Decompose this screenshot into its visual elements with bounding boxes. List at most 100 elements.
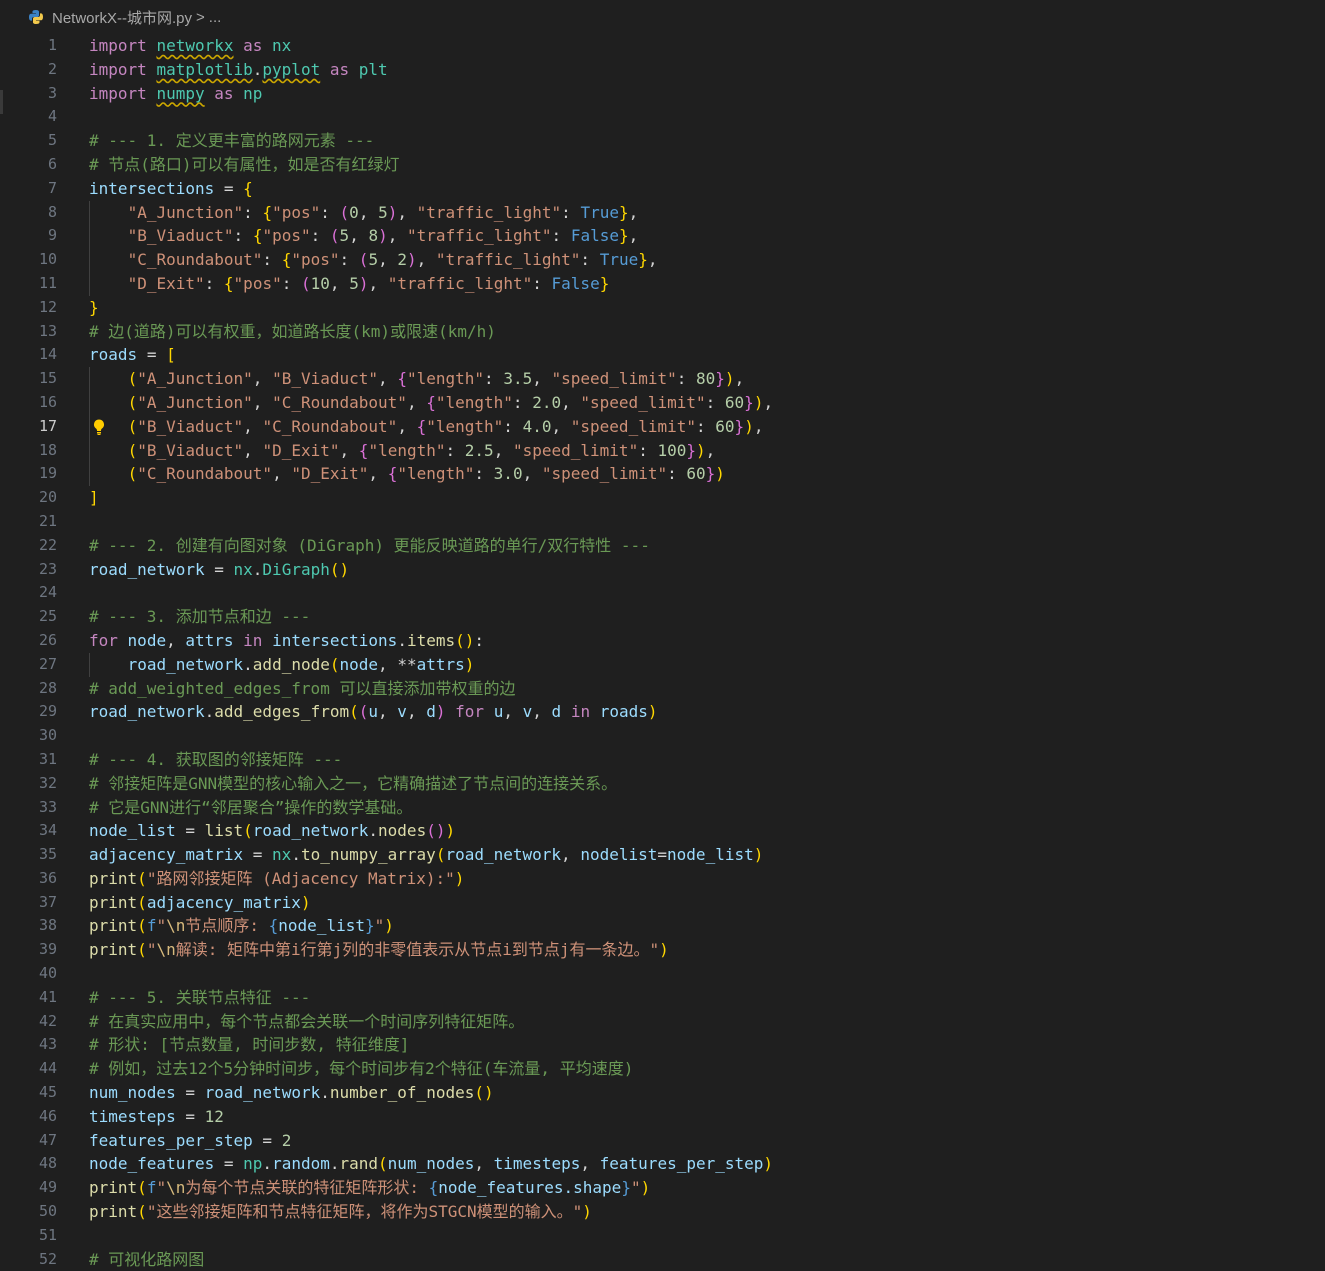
code-line[interactable]: 5 # --- 1. 定义更丰富的路网元素 --- [0,129,1325,153]
line-number: 5 [47,131,57,150]
breadcrumb-separator: > [196,8,205,26]
code-line[interactable]: 24 [0,581,1325,605]
code-text: "C_Roundabout": {"pos": (5, 2), "traffic… [127,250,658,270]
code-line[interactable]: 46 timesteps = 12 [0,1105,1325,1129]
code-text: for node, attrs in intersections.items()… [89,630,485,650]
code-text: # --- 4. 获取图的邻接矩阵 --- [89,749,343,769]
code-line[interactable]: 44 # 例如，过去12个5分钟时间步，每个时间步有2个特征(车流量, 平均速度) [0,1057,1325,1081]
code-line[interactable]: 50 print("这些邻接矩阵和节点特征矩阵，将作为STGCN模型的输入。") [0,1200,1325,1224]
code-line[interactable]: 8 "A_Junction": {"pos": (0, 5), "traffic… [0,201,1325,225]
line-number: 9 [47,226,57,245]
code-line[interactable]: 49 print(f"\n为每个节点关联的特征矩阵形状: {node_featur… [0,1176,1325,1200]
code-text: import numpy as np [89,83,263,103]
python-file-icon [29,10,43,24]
code-line[interactable]: 39 print("\n解读: 矩阵中第i行第j列的非零值表示从节点i到节点j有一… [0,938,1325,962]
code-line[interactable]: 47 features_per_step = 2 [0,1129,1325,1153]
code-line[interactable]: 45 num_nodes = road_network.number_of_nod… [0,1081,1325,1105]
code-text: print("\n解读: 矩阵中第i行第j列的非零值表示从节点i到节点j有一条边… [89,940,669,960]
code-line[interactable]: 12} [0,296,1325,320]
line-number: 41 [38,987,57,1006]
code-line[interactable]: 32 # 邻接矩阵是GNN模型的核心输入之一，它精确描述了节点间的连接关系。 [0,772,1325,796]
breadcrumb-more[interactable]: ... [209,9,222,26]
code-line[interactable]: 41 # --- 5. 关联节点特征 --- [0,986,1325,1010]
code-text: print("这些邻接矩阵和节点特征矩阵，将作为STGCN模型的输入。") [89,1202,592,1222]
code-text: # 邻接矩阵是GNN模型的核心输入之一，它精确描述了节点间的连接关系。 [89,773,618,793]
code-line[interactable]: 22 # --- 2. 创建有向图对象 (DiGraph) 更能反映道路的单行/双… [0,534,1325,558]
line-number: 2 [47,59,57,78]
line-number: 8 [47,202,57,221]
code-text: # 例如，过去12个5分钟时间步，每个时间步有2个特征(车流量, 平均速度) [89,1059,634,1079]
code-text: ("A_Junction", "C_Roundabout", {"length"… [127,392,774,412]
code-line[interactable]: 43 # 形状: [节点数量, 时间步数, 特征维度] [0,1033,1325,1057]
code-text: # 可视化路网图 [89,1249,205,1269]
code-line[interactable]: 51 [0,1224,1325,1248]
code-line[interactable]: 19 ("C_Roundabout", "D_Exit", {"length":… [0,462,1325,486]
line-number: 52 [38,1249,57,1268]
code-line[interactable]: 37 print(adjacency_matrix) [0,891,1325,915]
line-number: 42 [38,1011,57,1030]
code-line[interactable]: 48 node_features = np.random.rand(num_nod… [0,1152,1325,1176]
code-line[interactable]: 33 # 它是GNN进行“邻居聚合”操作的数学基础。 [0,796,1325,820]
code-text: # 它是GNN进行“邻居聚合”操作的数学基础。 [89,797,413,817]
code-line[interactable]: 34 node_list = list(road_network.nodes()) [0,819,1325,843]
lightbulb-icon[interactable] [91,418,107,436]
code-text: print("路网邻接矩阵 (Adjacency Matrix):") [89,868,465,888]
code-line[interactable]: 21 [0,510,1325,534]
line-number: 18 [38,440,57,459]
line-number: 14 [38,345,57,364]
code-line[interactable]: 38 print(f"\n节点顺序: {node_list}") [0,914,1325,938]
code-line[interactable]: 6 # 节点(路口)可以有属性，如是否有红绿灯 [0,153,1325,177]
code-line[interactable]: 27 road_network.add_node(node, **attrs) [0,653,1325,677]
code-line[interactable]: 9 "B_Viaduct": {"pos": (5, 8), "traffic_… [0,224,1325,248]
code-line[interactable]: 29 road_network.add_edges_from((u, v, d) … [0,700,1325,724]
code-editor[interactable]: 1 import networkx as nx 2 import matplotlib… [0,34,1325,1271]
code-line[interactable]: 36 print("路网邻接矩阵 (Adjacency Matrix):") [0,867,1325,891]
code-line[interactable]: 14 roads = [ [0,343,1325,367]
code-line[interactable]: 1 import networkx as nx [0,34,1325,58]
code-text: "A_Junction": {"pos": (0, 5), "traffic_l… [127,202,639,222]
code-text: node_features = np.random.rand(num_nodes… [89,1154,774,1174]
code-line[interactable]: 3 import numpy as np [0,82,1325,106]
indent-guide [89,652,90,677]
code-text: # 边(道路)可以有权重，如道路长度(km)或限速(km/h) [89,321,496,341]
code-line[interactable]: 2 import matplotlib.pyplot as plt [0,58,1325,82]
code-text: # add_weighted_edges_from 可以直接添加带权重的边 [89,678,516,698]
code-line[interactable]: 25 # --- 3. 添加节点和边 --- [0,605,1325,629]
code-line[interactable]: 11 "D_Exit": {"pos": (10, 5), "traffic_l… [0,272,1325,296]
code-line[interactable]: 13 # 边(道路)可以有权重，如道路长度(km)或限速(km/h) [0,320,1325,344]
code-line[interactable]: 7 intersections = { [0,177,1325,201]
line-number: 19 [38,464,57,483]
code-line[interactable]: 18 ("B_Viaduct", "D_Exit", {"length": 2.… [0,439,1325,463]
line-number: 6 [47,154,57,173]
code-line[interactable]: 4 [0,105,1325,129]
line-number: 23 [38,559,57,578]
code-line[interactable]: 52 # 可视化路网图 [0,1248,1325,1271]
code-line[interactable]: 10 "C_Roundabout": {"pos": (5, 2), "traf… [0,248,1325,272]
breadcrumb-file-name[interactable]: NetworkX--城市网.py [52,7,192,28]
line-number: 49 [38,1178,57,1197]
code-line[interactable]: 20] [0,486,1325,510]
code-line[interactable]: 15 ("A_Junction", "B_Viaduct", {"length"… [0,367,1325,391]
code-text: node_list = list(road_network.nodes()) [89,821,456,841]
code-line[interactable]: 28 # add_weighted_edges_from 可以直接添加带权重的边 [0,677,1325,701]
code-text: import networkx as nx [89,36,292,55]
code-line[interactable]: 23 road_network = nx.DiGraph() [0,558,1325,582]
line-number: 30 [38,726,57,745]
code-line[interactable]: 30 [0,724,1325,748]
code-text: # 形状: [节点数量, 时间步数, 特征维度] [89,1035,410,1055]
code-line[interactable]: 16 ("A_Junction", "C_Roundabout", {"leng… [0,391,1325,415]
code-line[interactable]: 17 ("B_Viaduct", "C_Roundabout", {"lengt… [0,415,1325,439]
code-line[interactable]: 26 for node, attrs in intersections.items… [0,629,1325,653]
code-line[interactable]: 40 [0,962,1325,986]
line-number: 7 [47,178,57,197]
line-number: 31 [38,749,57,768]
code-line[interactable]: 35 adjacency_matrix = nx.to_numpy_array(r… [0,843,1325,867]
indent-guide [89,200,90,296]
line-number: 12 [38,297,57,316]
code-line[interactable]: 42 # 在真实应用中，每个节点都会关联一个时间序列特征矩阵。 [0,1010,1325,1034]
code-line[interactable]: 31 # --- 4. 获取图的邻接矩阵 --- [0,748,1325,772]
code-text: roads = [ [89,345,176,365]
code-text: # --- 1. 定义更丰富的路网元素 --- [89,131,375,151]
line-number: 36 [38,868,57,887]
line-number: 50 [38,1202,57,1221]
